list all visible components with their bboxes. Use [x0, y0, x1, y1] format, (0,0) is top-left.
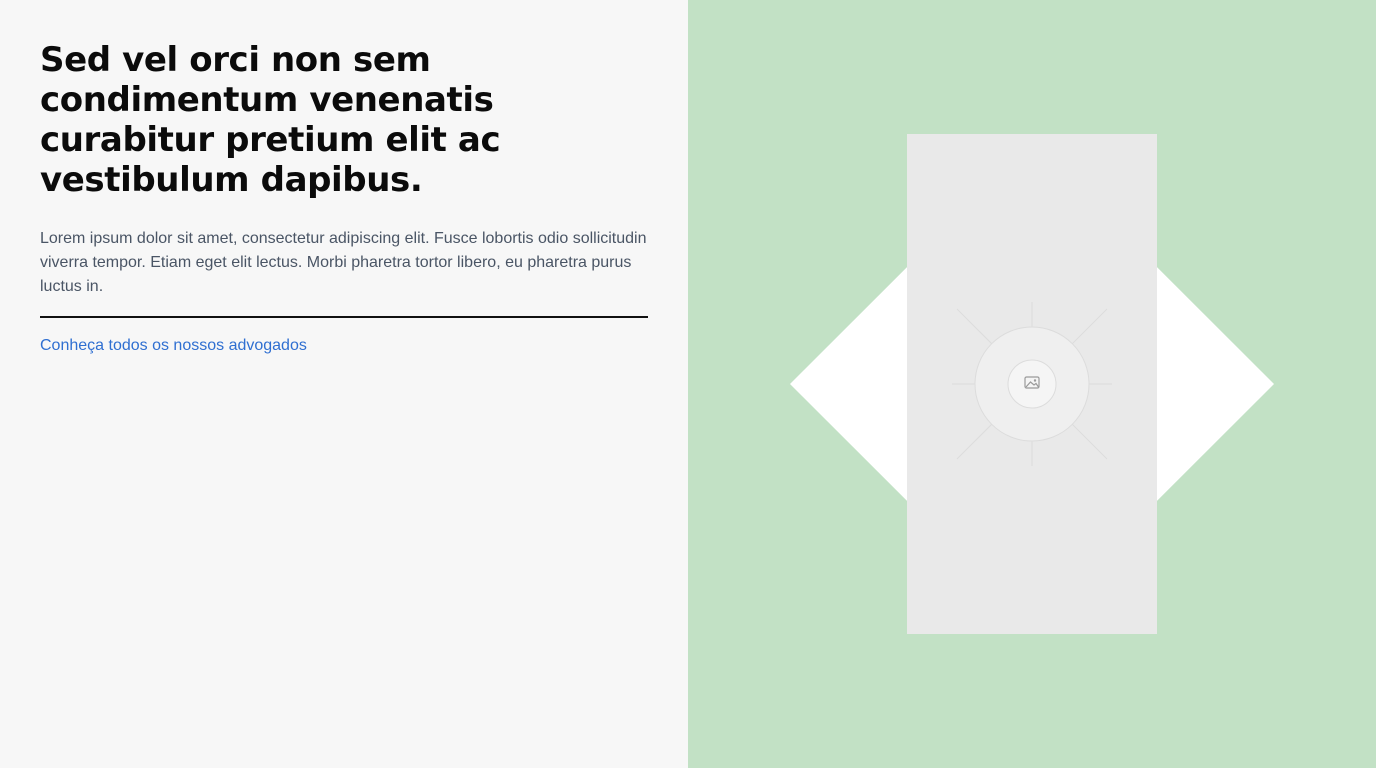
image-placeholder	[907, 134, 1157, 634]
divider	[40, 316, 648, 318]
hero-description: Lorem ipsum dolor sit amet, consectetur …	[40, 230, 647, 295]
meet-lawyers-link[interactable]: Conheça todos os nossos advogados	[40, 336, 307, 356]
placeholder-pattern	[952, 302, 1112, 466]
visual-panel	[688, 0, 1376, 768]
content-panel: Sed vel orci non sem condimentum venenat…	[0, 0, 688, 768]
hero-headline: Sed vel orci non sem condimentum venenat…	[40, 40, 501, 200]
page: Sed vel orci non sem condimentum venenat…	[0, 0, 1376, 768]
